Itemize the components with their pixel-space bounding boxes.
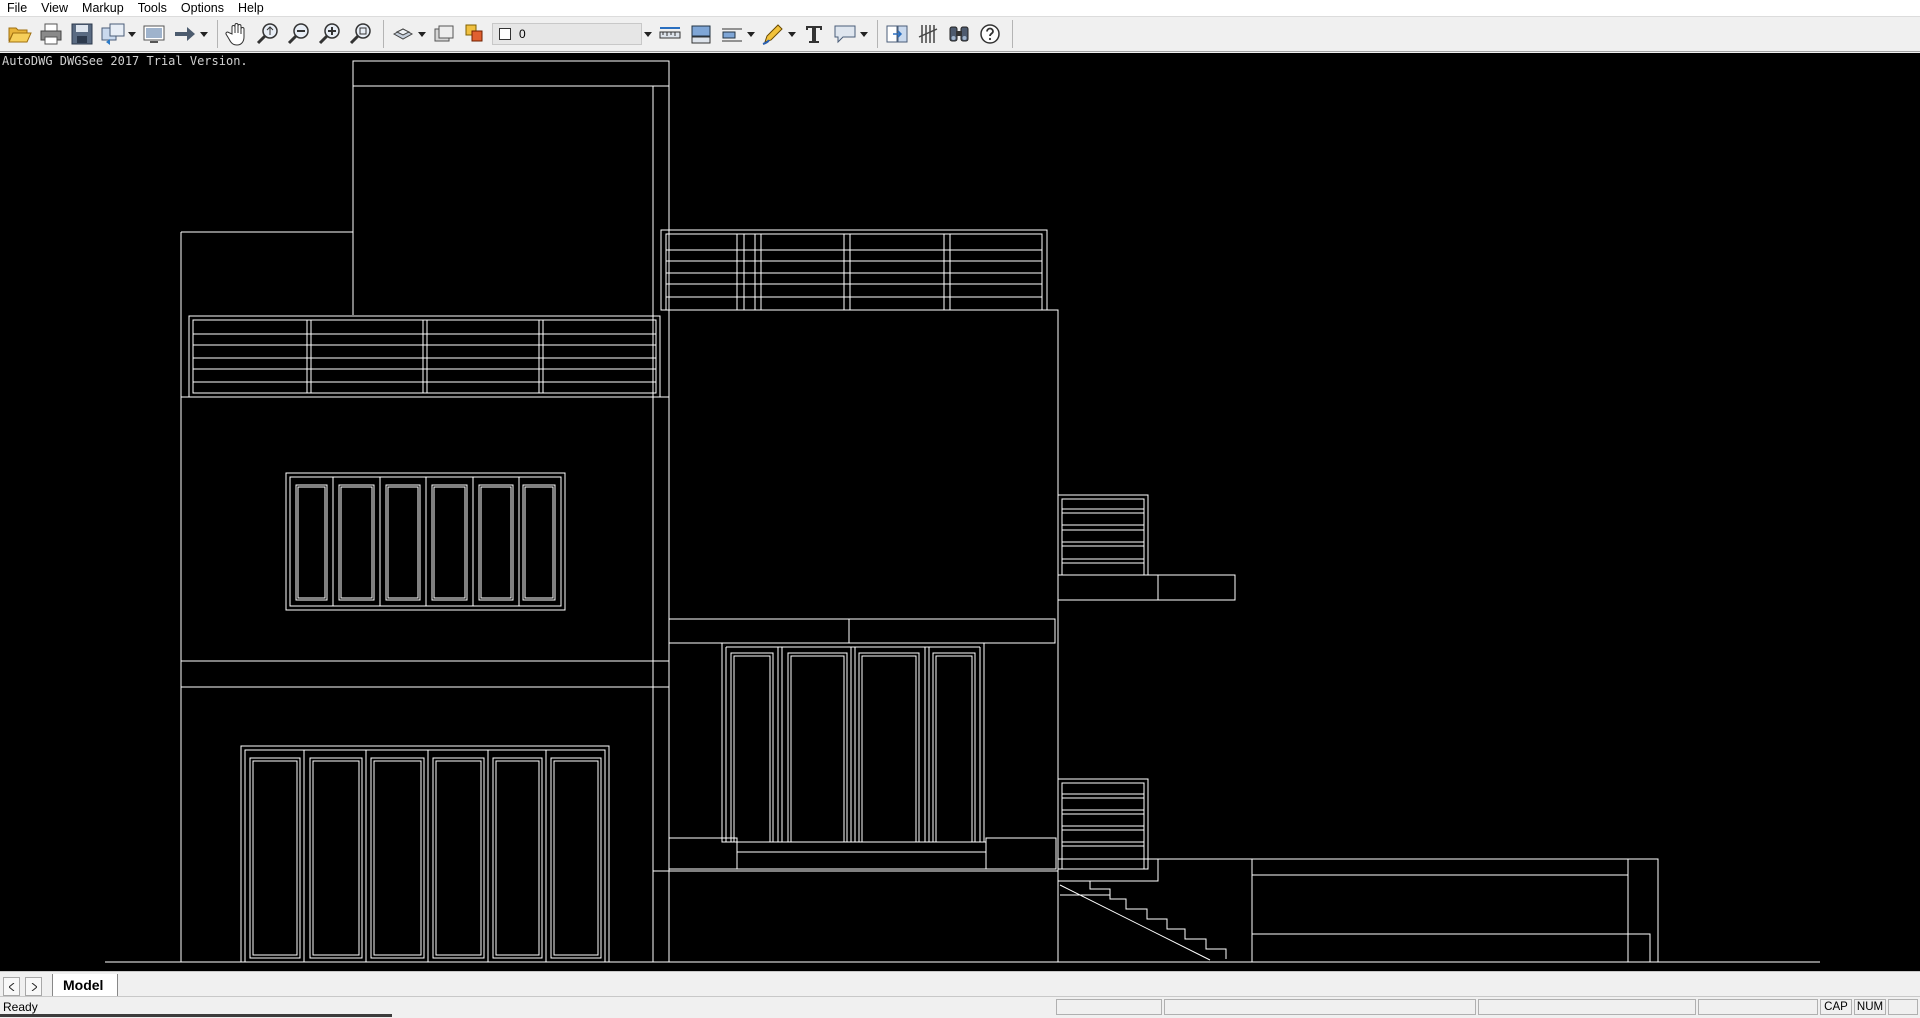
find-icon[interactable] xyxy=(945,20,973,48)
cad-drawing xyxy=(105,60,1820,963)
menu-help[interactable]: Help xyxy=(231,0,271,16)
status-panel xyxy=(1164,999,1476,1015)
tab-model[interactable]: Model xyxy=(52,974,119,996)
layer-icon[interactable] xyxy=(389,20,417,48)
layer-manager-icon[interactable] xyxy=(430,20,458,48)
layer-dropdown[interactable] xyxy=(417,20,426,48)
callout-dropdown[interactable] xyxy=(859,20,868,48)
toolbar-separator xyxy=(1012,20,1013,48)
status-panel xyxy=(1056,999,1162,1015)
main-toolbar: 0 xyxy=(0,16,1920,52)
help-icon[interactable] xyxy=(976,20,1004,48)
dimension-dropdown[interactable] xyxy=(746,20,755,48)
menu-tools[interactable]: Tools xyxy=(131,0,174,16)
layer-select-dropdown[interactable] xyxy=(643,20,652,48)
chevron-right-icon xyxy=(31,982,37,991)
menu-bar: File View Markup Tools Options Help xyxy=(0,0,1920,16)
num-indicator: NUM xyxy=(1854,999,1886,1015)
zoom-out-icon[interactable] xyxy=(285,20,313,48)
arrow-dropdown[interactable] xyxy=(199,20,208,48)
layer-state-icon[interactable] xyxy=(461,20,489,48)
zoom-realtime-icon[interactable] xyxy=(254,20,282,48)
toolbar-separator xyxy=(217,20,218,48)
compare-icon[interactable] xyxy=(883,20,911,48)
open-folder-icon[interactable] xyxy=(6,20,34,48)
chevron-left-icon xyxy=(8,982,14,991)
pen-markup-icon[interactable] xyxy=(759,20,787,48)
tab-scroll-left-button[interactable] xyxy=(3,977,20,996)
dimension-icon[interactable] xyxy=(718,20,746,48)
layer-value: 0 xyxy=(519,27,526,41)
drawing-canvas[interactable]: AutoDWG DWGSee 2017 Trial Version. xyxy=(0,53,1920,971)
measure-area-icon[interactable] xyxy=(687,20,715,48)
text-icon[interactable] xyxy=(800,20,828,48)
layout-tab-bar: Model xyxy=(0,971,1920,997)
convert-dropdown[interactable] xyxy=(127,20,136,48)
menu-markup[interactable]: Markup xyxy=(75,0,131,16)
print-icon[interactable] xyxy=(37,20,65,48)
status-panel xyxy=(1478,999,1696,1015)
zoom-in-icon[interactable] xyxy=(316,20,344,48)
menu-options[interactable]: Options xyxy=(174,0,231,16)
callout-icon[interactable] xyxy=(831,20,859,48)
menu-file[interactable]: File xyxy=(0,0,34,16)
zoom-extents-icon[interactable] xyxy=(347,20,375,48)
toolbar-separator xyxy=(383,20,384,48)
layer-color-swatch xyxy=(499,28,511,40)
status-panel xyxy=(1888,999,1918,1015)
layer-select[interactable]: 0 xyxy=(492,23,642,45)
save-icon[interactable] xyxy=(68,20,96,48)
menu-view[interactable]: View xyxy=(34,0,75,16)
status-text: Ready xyxy=(3,1000,38,1014)
status-panel xyxy=(1698,999,1818,1015)
convert-icon[interactable] xyxy=(99,20,127,48)
pen-markup-dropdown[interactable] xyxy=(787,20,796,48)
tab-scroll-right-button[interactable] xyxy=(25,977,42,996)
arrow-icon[interactable] xyxy=(171,20,199,48)
cap-indicator: CAP xyxy=(1820,999,1852,1015)
measure-distance-icon[interactable] xyxy=(656,20,684,48)
hatch-icon[interactable] xyxy=(914,20,942,48)
pan-hand-icon[interactable] xyxy=(223,20,251,48)
toolbar-separator xyxy=(877,20,878,48)
layout-icon[interactable] xyxy=(140,20,168,48)
